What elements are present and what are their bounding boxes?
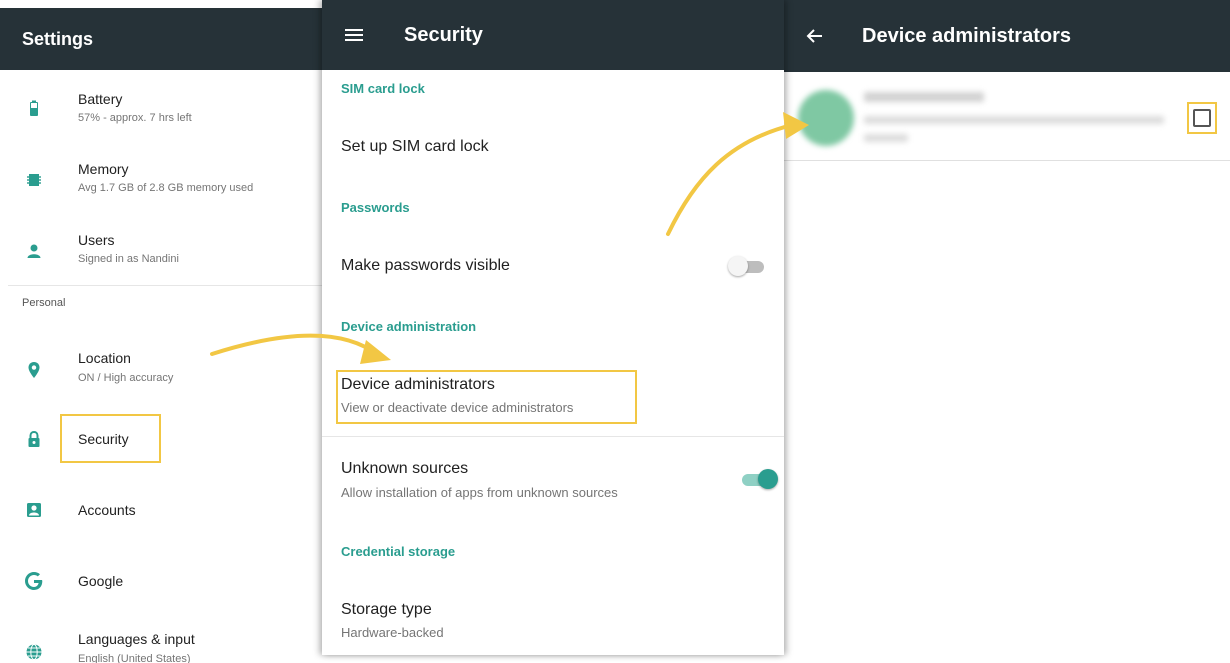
arrows-overlay bbox=[210, 112, 809, 364]
arrow-to-device-admins bbox=[210, 333, 380, 357]
arrow-head-checkbox bbox=[783, 112, 809, 139]
arrow-to-checkbox bbox=[666, 122, 798, 236]
arrow-head-device-admins bbox=[360, 340, 391, 364]
